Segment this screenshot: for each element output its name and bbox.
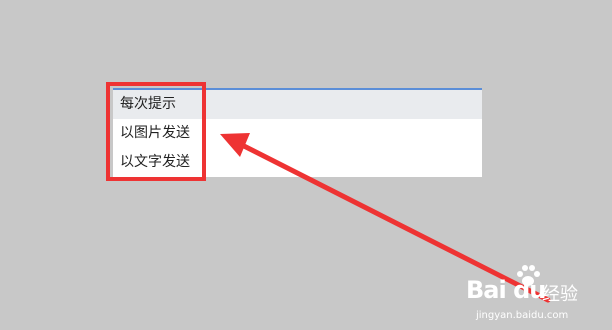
baidu-jingyan-watermark: Bai du 经验 jingyan.baidu.com (466, 265, 606, 326)
watermark-text: 经验 (542, 284, 578, 305)
watermark-url: jingyan.baidu.com (476, 310, 569, 321)
paw-icon (517, 265, 540, 286)
